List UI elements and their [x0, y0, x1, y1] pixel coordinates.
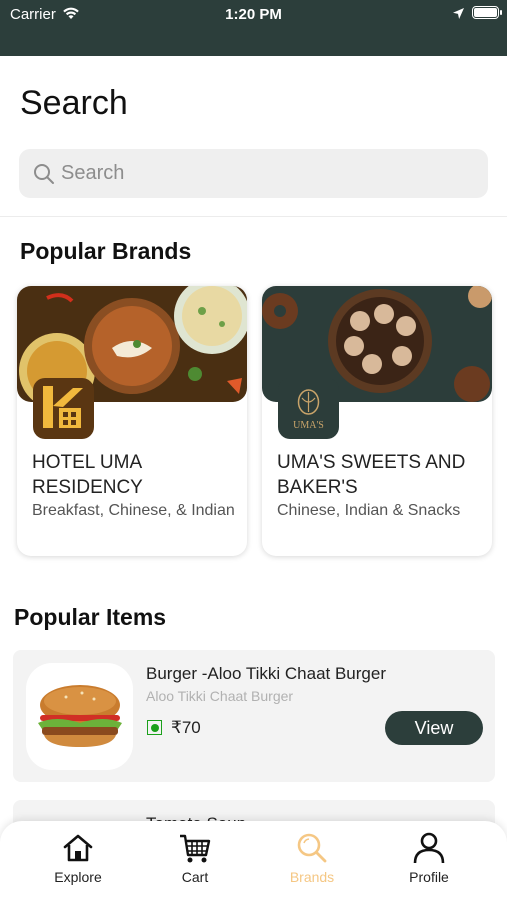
- search-bar[interactable]: [19, 149, 488, 198]
- item-subtitle: Aloo Tikki Chaat Burger: [146, 688, 294, 704]
- view-button[interactable]: View: [385, 711, 483, 745]
- burger-image: [26, 663, 133, 770]
- svg-text:UMA'S: UMA'S: [293, 420, 324, 431]
- tab-label: Profile: [409, 869, 449, 885]
- brand-name: HOTEL UMA RESIDENCY: [32, 452, 143, 498]
- cart-icon: [180, 834, 211, 863]
- status-bar: Carrier 1:20 PM: [0, 0, 507, 56]
- brand-card-umas-sweets[interactable]: UMA'S UMA'S SWEETS AND BAKER'S Chinese, …: [262, 286, 492, 556]
- item-name: Burger -Aloo Tikki Chaat Burger: [146, 664, 386, 683]
- tab-cart[interactable]: Cart: [145, 831, 245, 885]
- brand-cuisine: Chinese, Indian & Snacks: [277, 502, 461, 519]
- item-price: ₹70: [171, 718, 201, 737]
- tab-explore[interactable]: Explore: [28, 831, 128, 885]
- home-icon: [63, 834, 93, 862]
- clock: 1:20 PM: [225, 6, 282, 23]
- hotel-uma-logo: [33, 378, 94, 439]
- tab-profile[interactable]: Profile: [379, 831, 479, 885]
- location-arrow-icon: [453, 8, 464, 19]
- battery-icon: [472, 6, 502, 19]
- tab-brands[interactable]: Brands: [262, 831, 362, 885]
- page-title: Search: [20, 84, 128, 122]
- popular-brands-heading: Popular Brands: [20, 238, 192, 264]
- brand-card-hotel-uma-residency[interactable]: HOTEL UMA RESIDENCY Breakfast, Chinese, …: [17, 286, 247, 556]
- search-icon: [297, 833, 327, 863]
- popular-items-heading: Popular Items: [14, 604, 167, 630]
- divider: [0, 216, 507, 217]
- person-icon: [413, 832, 445, 864]
- tab-label: Brands: [289, 869, 335, 885]
- umas-sweets-logo: UMA'S: [278, 378, 339, 439]
- item-card[interactable]: Burger -Aloo Tikki Chaat Burger Aloo Tik…: [13, 650, 495, 782]
- brand-cuisine: Breakfast, Chinese, & Indian: [32, 502, 235, 519]
- tab-bar: Explore Cart Brands Profile: [0, 821, 507, 900]
- brand-name: UMA'S SWEETS AND BAKER'S: [277, 452, 466, 498]
- veg-indicator-icon: [147, 720, 162, 735]
- search-input[interactable]: [61, 149, 471, 198]
- tab-label: Cart: [181, 869, 209, 885]
- tab-label: Explore: [54, 869, 102, 885]
- search-icon: [34, 164, 54, 184]
